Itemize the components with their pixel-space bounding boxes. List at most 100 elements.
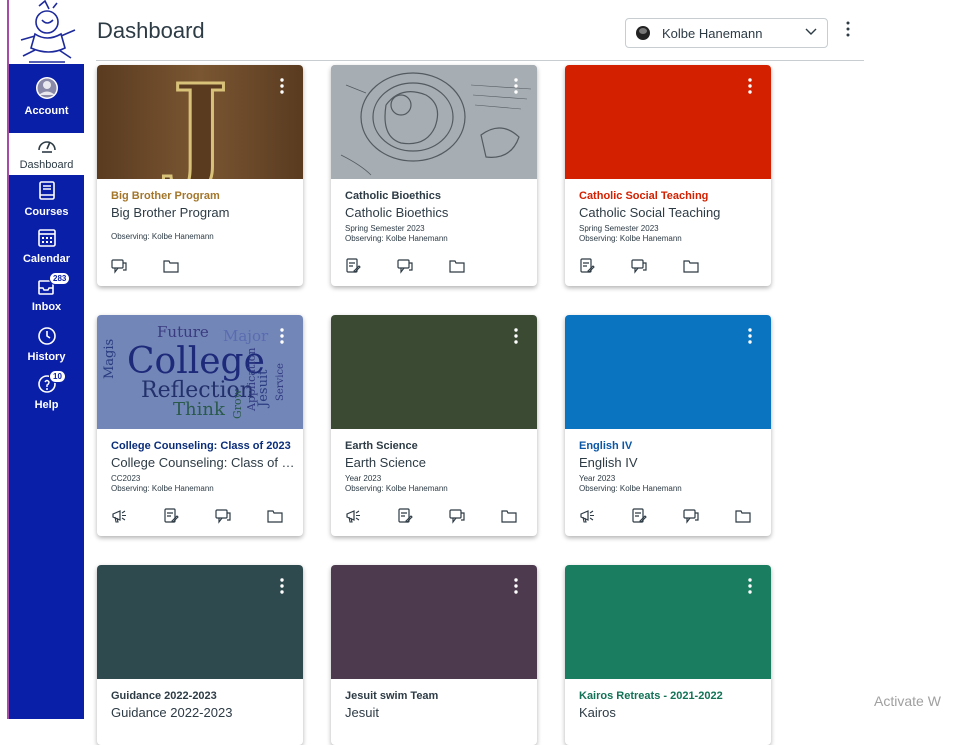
wordcloud-word-grow: Grow — [231, 388, 244, 419]
assignments-icon[interactable] — [163, 508, 215, 524]
chevron-down-icon — [805, 25, 817, 40]
files-folder-icon[interactable] — [267, 508, 303, 524]
help-icon — [9, 374, 84, 397]
school-logo[interactable] — [9, 0, 84, 64]
card-course-link[interactable]: Big Brother Program — [111, 190, 295, 202]
card-options-kebab-icon[interactable] — [279, 77, 285, 98]
card-term: Year 2023 — [579, 474, 616, 483]
nav-dashboard-label: Dashboard — [19, 159, 74, 171]
global-navigation: Account Dashboard Courses Calendar 283 I… — [0, 0, 84, 719]
card-course-link[interactable]: Catholic Bioethics — [345, 190, 529, 202]
course-card[interactable]: Catholic Bioethics Catholic Bioethics Sp… — [331, 65, 537, 286]
card-options-kebab-icon[interactable] — [513, 327, 519, 348]
nav-inbox[interactable]: 283 Inbox — [9, 272, 84, 313]
card-course-link[interactable]: Jesuit swim Team — [345, 690, 529, 702]
card-course-name: Catholic Social Teaching — [579, 205, 721, 220]
discussions-icon[interactable] — [397, 258, 449, 274]
nav-calendar-label: Calendar — [22, 253, 71, 265]
assignments-icon[interactable] — [579, 258, 631, 274]
card-hero-image[interactable] — [565, 315, 771, 429]
card-course-link[interactable]: Kairos Retreats - 2021-2022 — [579, 690, 763, 702]
card-course-link[interactable]: English IV — [579, 440, 763, 452]
card-hero-image[interactable] — [331, 565, 537, 679]
wordcloud-word-think: Think — [173, 399, 226, 420]
card-hero-image[interactable]: College Reflection Think Future Major Ma… — [97, 315, 303, 429]
activate-windows-watermark: Activate W — [874, 693, 941, 709]
card-observing: Observing: Kolbe Hanemann — [345, 234, 448, 243]
nav-inbox-label: Inbox — [31, 301, 62, 313]
calendar-icon — [9, 228, 84, 251]
assignments-icon[interactable] — [631, 508, 683, 524]
nav-help[interactable]: 10 Help — [9, 370, 84, 411]
files-folder-icon[interactable] — [449, 258, 501, 274]
nav-calendar[interactable]: Calendar — [9, 228, 84, 265]
card-hero-image[interactable] — [331, 315, 537, 429]
card-options-kebab-icon[interactable] — [747, 577, 753, 598]
card-options-kebab-icon[interactable] — [513, 577, 519, 598]
observer-select[interactable]: Kolbe Hanemann — [625, 18, 828, 48]
assignments-icon[interactable] — [397, 508, 449, 524]
card-hero-image[interactable] — [331, 65, 537, 179]
announcements-icon[interactable] — [111, 508, 163, 524]
card-options-kebab-icon[interactable] — [513, 77, 519, 98]
card-observing: Observing: Kolbe Hanemann — [111, 232, 214, 241]
course-card[interactable]: J Big Brother Program Big Brother Progra… — [97, 65, 303, 286]
card-options-kebab-icon[interactable] — [279, 327, 285, 348]
nav-account[interactable]: Account — [9, 76, 84, 117]
course-card[interactable]: Catholic Social Teaching Catholic Social… — [565, 65, 771, 286]
card-course-name: Big Brother Program — [111, 205, 230, 220]
discussions-icon[interactable] — [683, 508, 735, 524]
header-options-kebab-icon[interactable] — [845, 20, 851, 41]
card-hero-image[interactable]: J — [97, 65, 303, 179]
card-course-link[interactable]: College Counseling: Class of 2023 — [111, 440, 295, 452]
card-options-kebab-icon[interactable] — [279, 577, 285, 598]
wordcloud-word-jesuit: Jesuit — [256, 369, 271, 409]
course-card[interactable]: Guidance 2022-2023 Guidance 2022-2023 — [97, 565, 303, 745]
wordcloud-word-application: Application — [245, 348, 258, 412]
card-observing: Observing: Kolbe Hanemann — [111, 484, 214, 493]
page-title: Dashboard — [97, 18, 205, 43]
card-observing: Observing: Kolbe Hanemann — [345, 484, 448, 493]
card-options-kebab-icon[interactable] — [747, 77, 753, 98]
card-course-name: College Counseling: Class of 2... — [111, 455, 295, 470]
discussions-icon[interactable] — [449, 508, 501, 524]
card-hero-image[interactable] — [97, 565, 303, 679]
discussions-icon[interactable] — [631, 258, 683, 274]
card-course-name: Kairos — [579, 705, 616, 720]
card-term: Spring Semester 2023 — [579, 224, 659, 233]
card-hero-image[interactable] — [565, 565, 771, 679]
discussions-icon[interactable] — [111, 258, 163, 274]
card-course-link[interactable]: Catholic Social Teaching — [579, 190, 763, 202]
assignments-icon[interactable] — [345, 258, 397, 274]
nav-history-label: History — [27, 351, 66, 363]
card-term: Year 2023 — [345, 474, 382, 483]
files-folder-icon[interactable] — [501, 508, 537, 524]
nav-dashboard[interactable]: Dashboard — [9, 133, 84, 175]
files-folder-icon[interactable] — [735, 508, 771, 524]
card-course-name: Guidance 2022-2023 — [111, 705, 233, 720]
card-course-name: English IV — [579, 455, 638, 470]
files-folder-icon[interactable] — [163, 258, 215, 274]
course-card[interactable]: Jesuit swim Team Jesuit — [331, 565, 537, 745]
card-course-link[interactable]: Earth Science — [345, 440, 529, 452]
card-hero-image[interactable] — [565, 65, 771, 179]
dashboard-icon — [9, 136, 84, 157]
course-card[interactable]: College Reflection Think Future Major Ma… — [97, 315, 303, 536]
courses-icon — [9, 181, 84, 204]
course-card[interactable]: English IV English IV Year 2023 Observin… — [565, 315, 771, 536]
nav-history[interactable]: History — [9, 326, 84, 363]
files-folder-icon[interactable] — [683, 258, 735, 274]
nav-courses[interactable]: Courses — [9, 181, 84, 218]
discussions-icon[interactable] — [215, 508, 267, 524]
card-course-link[interactable]: Guidance 2022-2023 — [111, 690, 295, 702]
course-card[interactable]: Kairos Retreats - 2021-2022 Kairos — [565, 565, 771, 745]
big-j-letter: J — [163, 65, 228, 179]
card-options-kebab-icon[interactable] — [747, 327, 753, 348]
course-card[interactable]: Earth Science Earth Science Year 2023 Ob… — [331, 315, 537, 536]
wordcloud-word-service: Service — [275, 363, 286, 401]
card-term: CC2023 — [111, 474, 141, 483]
nav-courses-label: Courses — [24, 206, 69, 218]
announcements-icon[interactable] — [345, 508, 397, 524]
card-observing: Observing: Kolbe Hanemann — [579, 484, 682, 493]
announcements-icon[interactable] — [579, 508, 631, 524]
